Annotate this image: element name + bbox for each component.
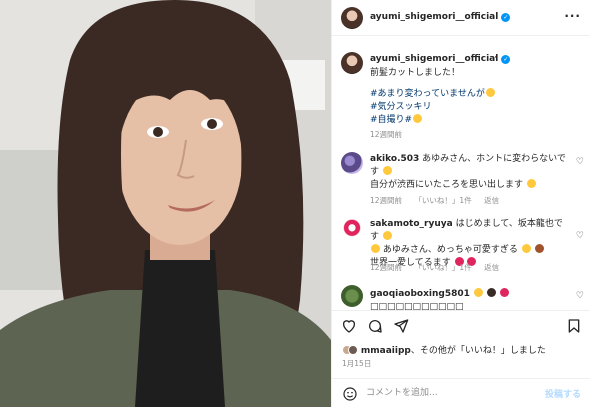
black-heart-emoji-icon [486,288,496,297]
comment-time: 12週間前 [370,196,403,205]
comment-body-line2: あゆみさん、めっちゃ可愛すぎる [382,245,518,255]
likes-suffix: 、その他が「いいね！」しました [410,346,546,356]
bookmark-save-icon[interactable] [566,318,582,334]
commenter-username[interactable]: sakamoto_ryuya [370,219,453,229]
comment-reply-button[interactable]: 返信 [484,263,499,272]
smile-emoji-icon [413,114,423,123]
smile-emoji-icon [382,231,392,240]
commenter-username[interactable]: akiko.503 [370,154,419,164]
comment-heart-icon[interactable]: ♡ [576,157,584,167]
post-side-panel: ayumi_shigemori__official ✓ ··· ayumi_shi… [331,0,590,407]
hashtag-link[interactable]: #あまり変わっていませんが [370,88,495,101]
caption-author-username[interactable]: ayumi_shigemori__official ✓ [370,54,511,64]
comment-input[interactable] [366,386,536,400]
caption-dot: • [494,53,499,62]
hashtag-link[interactable]: #自撮り# [370,114,495,127]
post-photo[interactable] [0,0,331,407]
caption-time: 12週間前 [370,130,403,139]
post-date: 1月15日 [342,359,372,368]
comment-reply-button[interactable]: 返信 [484,196,499,205]
comment-composer: 投稿する [332,378,590,407]
verified-badge-icon: ✓ [501,13,511,22]
smile-emoji-icon [382,166,392,175]
selfie-illustration [0,0,331,407]
emoji-picker-icon[interactable] [342,386,358,402]
author-username-text[interactable]: ayumi_shigemori__official [370,12,498,22]
comment-meta: 12週間前 「いいね！」1件 返信 [370,262,509,273]
verified-badge-icon: ✓ [501,55,511,64]
comment-time: 12週間前 [370,263,403,272]
caption-username-text[interactable]: ayumi_shigemori__official [370,54,498,64]
share-send-icon[interactable] [393,318,409,334]
comment-heart-icon[interactable]: ♡ [576,291,584,301]
like-heart-icon[interactable] [341,318,357,334]
comment-likes[interactable]: 「いいね！」1件 [414,263,471,272]
post-action-bar [332,310,590,340]
commenter-avatar[interactable] [341,219,363,241]
comment-bubble-icon[interactable] [367,318,383,334]
liker-username[interactable]: mmaaiipp [361,346,411,356]
heart-eyes-emoji-icon [521,244,531,253]
hashtag-link[interactable]: #気分スッキリ [370,101,495,114]
sparkle-emoji-icon [526,179,536,188]
grin-emoji-icon [485,88,495,97]
comment-likes[interactable]: 「いいね！」1件 [414,196,471,205]
post-header: ayumi_shigemori__official ✓ ··· [332,0,590,36]
red-heart-emoji-icon [499,288,509,297]
comment-meta: 12週間前 「いいね！」1件 返信 [370,195,509,206]
comment-body-line2: 自分が渋西にいたころを思い出します [370,180,524,190]
commenter-avatar[interactable] [341,285,363,307]
sparkle-emoji-icon [473,288,483,297]
author-username[interactable]: ayumi_shigemori__official ✓ [370,12,511,22]
comment-heart-icon[interactable]: ♡ [576,231,584,241]
more-horizontal-icon[interactable]: ··· [564,9,581,23]
caption-hashtags: #あまり変わっていませんが #気分スッキリ #自撮り# [370,88,495,127]
liker-avatar [348,345,358,355]
person-bow-emoji-icon [534,244,544,253]
comment-text: akiko.503 あゆみさん、ホントに変わらないです 自分が渋西にいたころを思… [370,153,570,192]
caption-author-avatar[interactable] [341,52,363,74]
post-comment-button[interactable]: 投稿する [545,387,581,400]
sparkle-emoji-icon [371,244,380,253]
caption-text: 前髪カットしました！ [370,68,461,78]
author-avatar[interactable] [341,7,363,29]
likes-summary[interactable]: mmaaiipp、その他が「いいね！」しました [342,343,546,356]
commenter-avatar[interactable] [341,152,363,174]
commenter-username[interactable]: gaoqiaoboxing5801 [370,289,470,299]
